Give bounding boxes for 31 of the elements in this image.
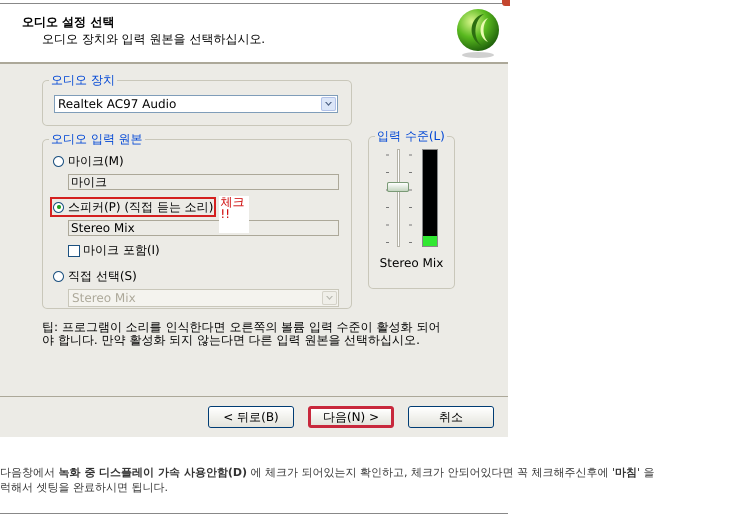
radio-button[interactable]	[53, 156, 64, 166]
checkbox-label[interactable]: 마이크 포함(I)	[83, 242, 160, 259]
wizard-button[interactable]: < 뒤로(B)	[208, 406, 294, 428]
radio-option[interactable]: 마이크(M)	[50, 151, 127, 171]
radio-button[interactable]	[53, 270, 64, 282]
close-button[interactable]	[502, 0, 510, 6]
source-field[interactable]: Stereo Mix	[68, 220, 339, 236]
radio-option[interactable]: 직접 선택(S)	[50, 266, 140, 286]
annotation-mark: !!	[220, 208, 230, 220]
article-text: 럭해서 셋팅을 완료하시면 됩니다.	[0, 480, 169, 495]
source-field[interactable]: 마이크	[68, 174, 339, 190]
dialog-title: 오디오 설정 선택	[22, 14, 116, 31]
checkbox[interactable]	[68, 244, 80, 256]
slider-thumb[interactable]	[386, 182, 408, 192]
article-text: 다음창에서 녹화 중 디스플레이 가속 사용안함(D) 에 체크가 되어있는지 확인하고, 체크가 안되어있다면 꼭 체크해주신후에 '마침' 을	[0, 465, 656, 480]
dialog-subtitle: 오디오 장치와 입력 원본을 선택하십시오.	[42, 31, 266, 48]
caret-icon	[325, 102, 332, 106]
volume-slider[interactable]	[386, 149, 412, 247]
group-label: 오디오 입력 원본	[49, 131, 145, 148]
tip-text: 팁: 프로그램이 소리를 인식한다면 오른쪽의 볼륨 입력 수준이 활성화 되어 야 합니다. 만약 활성화 되지 않는다면 다른 입력 원본을 선택하십시오.	[42, 321, 442, 347]
wizard-button[interactable]: 취소	[408, 406, 494, 428]
caret-icon	[326, 296, 333, 300]
annotation-text: 체크	[220, 196, 244, 208]
logo-icon	[456, 8, 500, 60]
group-label: 입력 수준(L)	[375, 128, 447, 145]
radio-option[interactable]: 스피커(P) (직접 듣는 소리)	[50, 197, 216, 217]
device-dropdown[interactable]: Realtek AC97 Audio	[54, 95, 338, 113]
wizard-button[interactable]: 다음(N) >	[308, 406, 394, 428]
radio-button[interactable]	[53, 202, 64, 212]
group-label: 오디오 장치	[49, 72, 117, 89]
meter-caption: Stereo Mix	[380, 256, 444, 270]
